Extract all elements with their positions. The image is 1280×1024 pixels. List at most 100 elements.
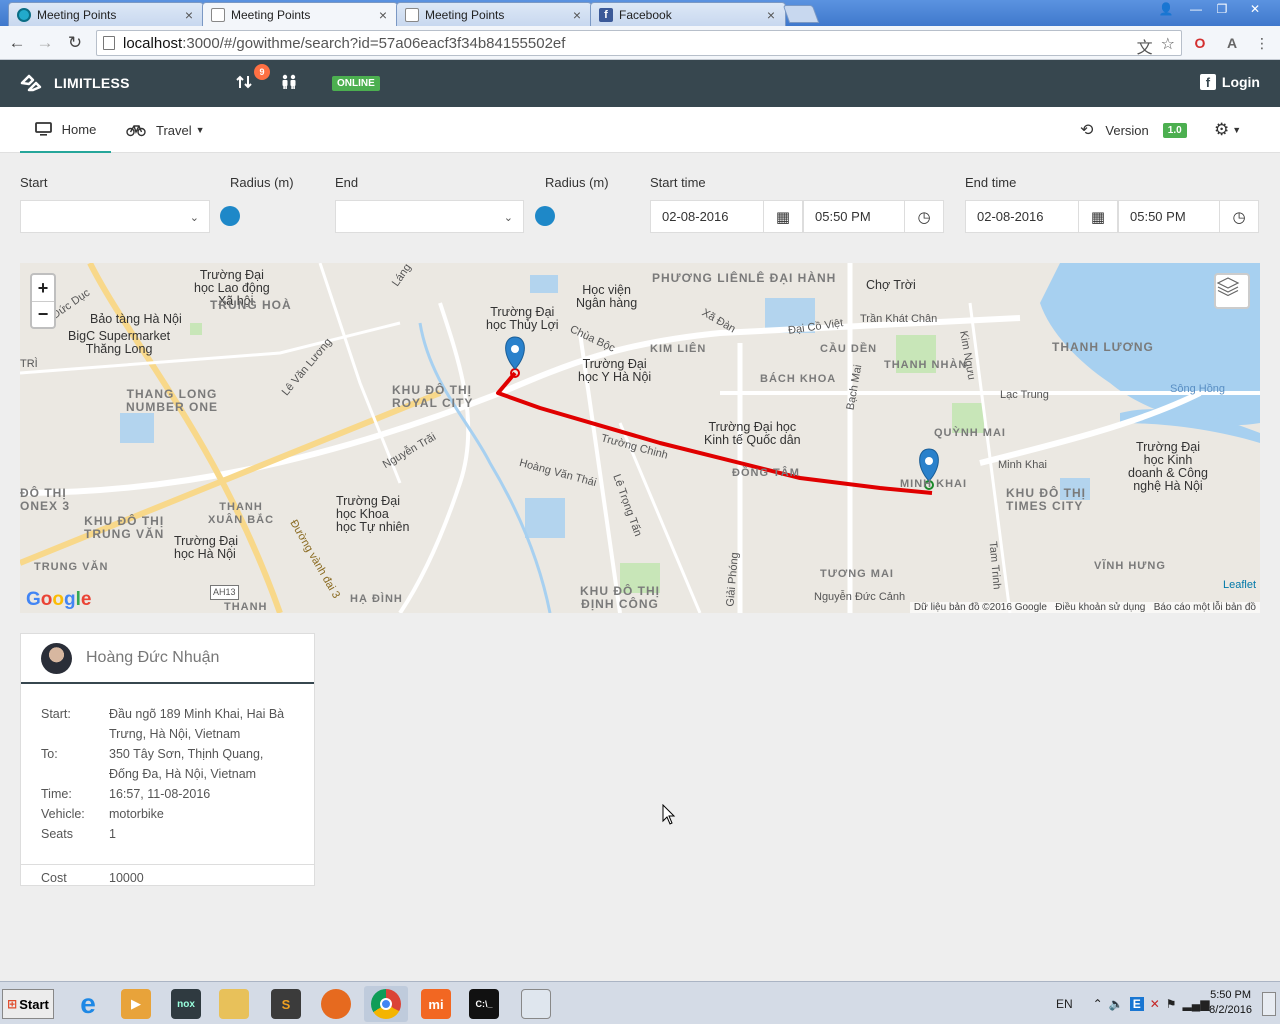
window-app-icon[interactable]: [514, 986, 558, 1022]
slider-handle[interactable]: [220, 206, 240, 226]
start-date-input[interactable]: 02-08-2016: [650, 200, 764, 233]
network-x-icon[interactable]: ✕: [1150, 997, 1160, 1011]
start-value: Đầu ngõ 189 Minh Khai, Hai Bà Trưng, Hà …: [109, 707, 285, 741]
menu-icon[interactable]: ⋮: [1252, 33, 1272, 53]
browser-tab[interactable]: f Facebook ×: [590, 2, 786, 26]
leaflet-link[interactable]: Leaflet: [1223, 579, 1256, 591]
seats-key: Seats: [41, 827, 73, 841]
map-label: MINH KHAI: [900, 478, 968, 490]
bicycle-icon: [126, 125, 146, 137]
new-tab-button[interactable]: [782, 5, 820, 23]
close-tab-icon[interactable]: ×: [377, 7, 389, 23]
bookmark-star-icon[interactable]: ☆: [1161, 34, 1175, 58]
calendar-icon[interactable]: ▦: [1078, 200, 1118, 233]
signal-icon[interactable]: ▂▄▆: [1183, 997, 1210, 1011]
clock-icon[interactable]: ◷: [1219, 200, 1259, 233]
settings-dropdown[interactable]: ⚙ ▼: [1214, 107, 1241, 153]
zoom-out-button[interactable]: −: [32, 301, 54, 327]
address-bar[interactable]: localhost:3000/#/gowithme/search?id=57a0…: [96, 30, 1182, 58]
google-logo: Google: [26, 589, 92, 610]
start-select[interactable]: ⌄: [20, 200, 210, 233]
map-attribution[interactable]: Dữ liệu bản đồ ©2016 Google Điều khoản s…: [909, 602, 1260, 613]
extension-a-icon[interactable]: A: [1222, 33, 1242, 53]
command-prompt-icon[interactable]: C:\_: [462, 986, 506, 1022]
clock[interactable]: 5:50 PM 8/2/2016: [1209, 988, 1252, 1018]
map-label: TRÌ: [20, 358, 38, 370]
trip-card[interactable]: Hoàng Đức Nhuận Start: Đầu ngõ 189 Minh K…: [20, 633, 315, 886]
show-hidden-icons-icon[interactable]: ⌃: [1093, 997, 1103, 1011]
swap-notifications-icon[interactable]: 9: [236, 64, 270, 94]
browser-tab-bar: Meeting Points × Meeting Points × Meetin…: [0, 0, 1280, 26]
clock-icon[interactable]: ◷: [904, 200, 944, 233]
end-date-input[interactable]: 02-08-2016: [965, 200, 1079, 233]
end-radius-slider[interactable]: [535, 206, 630, 226]
end-time-input[interactable]: 05:50 PM: [1118, 200, 1220, 233]
start-radius-slider[interactable]: [220, 206, 315, 226]
reload-icon[interactable]: ↻: [64, 32, 86, 54]
version-info[interactable]: ⟲ Version 1.0: [1080, 107, 1187, 153]
browser-tab[interactable]: Meeting Points ×: [8, 2, 204, 26]
zoom-in-button[interactable]: +: [32, 275, 54, 301]
close-tab-icon[interactable]: ×: [183, 7, 195, 23]
close-tab-icon[interactable]: ×: [765, 7, 777, 23]
minimize-icon[interactable]: —: [1182, 0, 1210, 18]
travel-dropdown[interactable]: Travel ▼: [126, 107, 205, 153]
version-badge: 1.0: [1162, 122, 1187, 138]
map-label: VĨNH HƯNG: [1094, 560, 1166, 572]
calendar-icon[interactable]: ▦: [763, 200, 803, 233]
to-key: To:: [41, 747, 58, 761]
tab-title: Meeting Points: [37, 7, 117, 22]
firefox-icon[interactable]: [314, 986, 358, 1022]
clock-date: 8/2/2016: [1209, 1004, 1252, 1016]
start-time-input[interactable]: 05:50 PM: [803, 200, 905, 233]
login-button[interactable]: f Login: [1199, 74, 1260, 90]
map-label: Học viện Ngân hàng: [576, 283, 638, 310]
restore-icon[interactable]: ❐: [1208, 0, 1236, 18]
back-icon[interactable]: ←: [6, 32, 28, 54]
document-icon: [405, 7, 419, 22]
translate-icon[interactable]: 文: [1137, 34, 1153, 58]
browser-tab-active[interactable]: Meeting Points ×: [202, 2, 398, 26]
close-window-icon[interactable]: ✕: [1238, 0, 1272, 18]
opera-extension-icon[interactable]: O: [1190, 33, 1210, 53]
map-label: TƯƠNG MAI: [820, 568, 894, 580]
chrome-icon[interactable]: [364, 986, 408, 1022]
time-value: 16:57, 11-08-2016: [109, 787, 211, 801]
vehicle-row: Vehicle: motorbike: [41, 804, 294, 824]
to-value: 350 Tây Sơn, Thịnh Quang, Đống Đa, Hà Nộ…: [109, 747, 264, 781]
map-label: KHU ĐÔ THỊ ROYAL CITY: [392, 383, 474, 410]
user-profile-icon[interactable]: 👤: [1152, 0, 1180, 18]
end-select[interactable]: ⌄: [335, 200, 524, 233]
close-tab-icon[interactable]: ×: [571, 7, 583, 23]
vehicle-value: motorbike: [109, 807, 164, 821]
map-label: TRUNG VĂN: [34, 561, 109, 573]
card-body: Start: Đầu ngõ 189 Minh Khai, Hai Bà Trưn…: [21, 684, 314, 844]
nox-icon[interactable]: nox: [164, 986, 208, 1022]
seats-value: 1: [109, 827, 116, 841]
e-app-icon[interactable]: E: [1129, 997, 1144, 1011]
action-center-icon[interactable]: ⚑: [1166, 997, 1177, 1011]
map-label: Trần Khát Chân: [860, 313, 938, 325]
gear-icon: ⚙: [1214, 120, 1230, 139]
card-header: Hoàng Đức Nhuận: [21, 634, 314, 684]
brand[interactable]: LIMITLESS: [20, 74, 130, 92]
people-icon[interactable]: [280, 74, 302, 94]
mi-icon[interactable]: mi: [414, 986, 458, 1022]
tab-title: Meeting Points: [231, 7, 311, 22]
show-desktop-button[interactable]: [1262, 992, 1276, 1016]
browser-tab[interactable]: Meeting Points ×: [396, 2, 592, 26]
route-map[interactable]: PHƯƠNG LIÊN LÊ ĐẠI HÀNH Chợ Trời Trần Kh…: [20, 263, 1260, 613]
slider-handle[interactable]: [535, 206, 555, 226]
media-player-icon[interactable]: ▶: [114, 986, 158, 1022]
internet-explorer-icon[interactable]: e: [66, 986, 110, 1022]
language-indicator[interactable]: EN: [1056, 997, 1073, 1011]
layers-icon[interactable]: [1214, 273, 1250, 309]
volume-icon[interactable]: 🔈: [1109, 997, 1124, 1011]
forward-icon[interactable]: →: [34, 32, 56, 54]
sublime-text-icon[interactable]: S: [264, 986, 308, 1022]
map-label: THANG LONG NUMBER ONE: [126, 387, 219, 414]
tab-home[interactable]: Home: [20, 107, 111, 153]
monitor-icon: [34, 122, 52, 136]
file-explorer-icon[interactable]: [212, 986, 256, 1022]
start-button[interactable]: ⊞ Start: [2, 989, 54, 1019]
